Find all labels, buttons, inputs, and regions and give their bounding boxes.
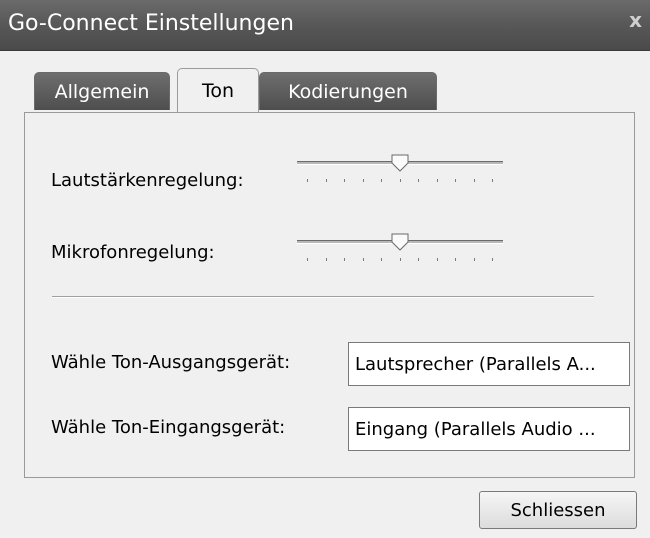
slider-tick — [381, 179, 382, 182]
slider-tick — [344, 179, 345, 182]
volume-label: Lautstärkenregelung: — [51, 170, 244, 191]
section-divider — [52, 296, 594, 298]
slider-tick — [307, 179, 308, 182]
close-icon[interactable]: x — [629, 8, 642, 32]
slider-tick — [455, 179, 456, 182]
slider-tick — [473, 258, 475, 261]
slider-tick — [344, 258, 345, 261]
output-device-select[interactable]: Lautsprecher (Parallels A... — [348, 342, 630, 386]
slider-tick — [492, 179, 493, 182]
mic-label: Mikrofonregelung: — [51, 242, 215, 263]
slider-tick — [473, 179, 475, 182]
slider-tick — [418, 258, 419, 261]
slider-tick — [418, 179, 419, 182]
slider-tick — [399, 179, 401, 182]
slider-ticks — [307, 179, 493, 185]
slider-thumb-icon[interactable] — [391, 154, 409, 172]
slider-tick — [492, 258, 493, 261]
slider-tick — [307, 258, 308, 261]
input-device-label: Wähle Ton-Eingangsgerät: — [51, 417, 286, 438]
mic-slider[interactable] — [297, 232, 503, 272]
slider-thumb-icon[interactable] — [391, 233, 409, 251]
slider-tick — [325, 258, 327, 261]
input-device-select[interactable]: Eingang (Parallels Audio ... — [348, 407, 630, 451]
tab-kodierungen[interactable]: Kodierungen — [259, 72, 437, 110]
slider-tick — [436, 179, 438, 182]
window-title: Go-Connect Einstellungen — [8, 11, 294, 36]
output-device-label: Wähle Ton-Ausgangsgerät: — [51, 352, 291, 373]
close-button[interactable]: Schliessen — [479, 491, 637, 529]
title-bar[interactable]: Go-Connect Einstellungen x — [0, 0, 650, 51]
settings-window: Go-Connect Einstellungen x Allgemein Ton… — [0, 0, 650, 538]
slider-tick — [325, 179, 327, 182]
tab-ton[interactable]: Ton — [177, 68, 259, 112]
slider-tick — [362, 179, 364, 182]
slider-tick — [381, 258, 382, 261]
slider-tick — [455, 258, 456, 261]
slider-ticks — [307, 258, 493, 264]
volume-slider[interactable] — [297, 153, 503, 193]
slider-tick — [436, 258, 438, 261]
tab-allgemein[interactable]: Allgemein — [34, 72, 170, 110]
slider-tick — [399, 258, 401, 261]
slider-tick — [362, 258, 364, 261]
